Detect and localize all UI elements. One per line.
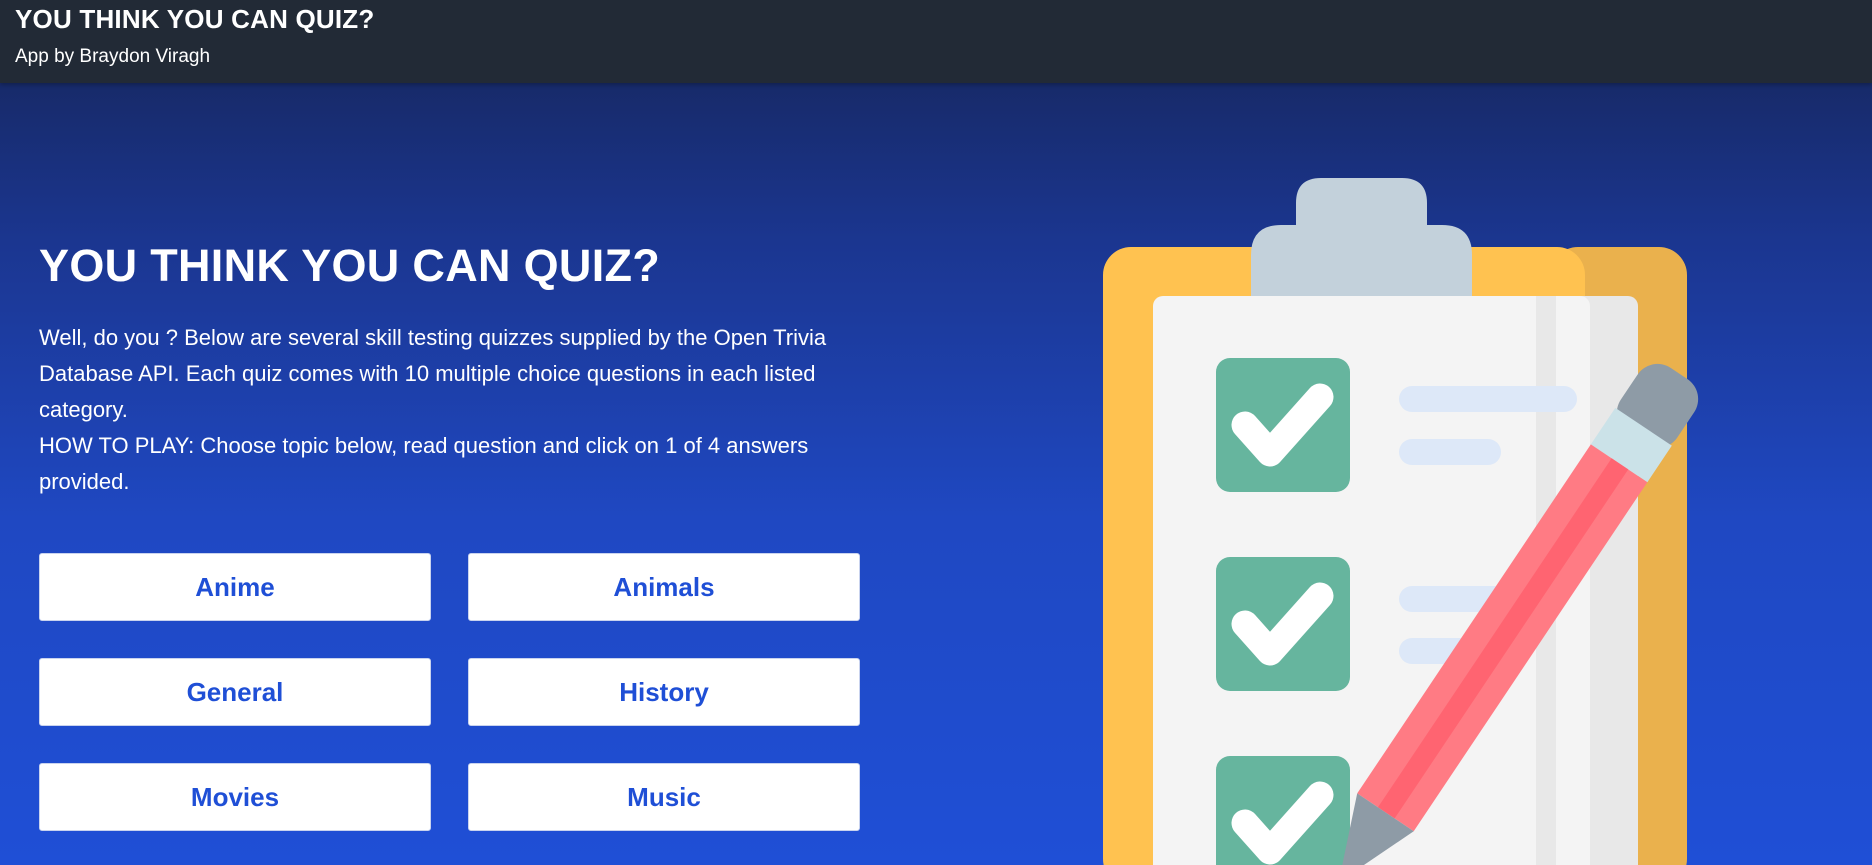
app-author: App by Braydon Viragh (15, 46, 211, 67)
topic-button-history[interactable]: History (468, 658, 860, 726)
topic-button-music[interactable]: Music (468, 763, 860, 831)
hero-title: YOU THINK YOU CAN QUIZ? (39, 240, 661, 291)
top-bar: YOU THINK YOU CAN QUIZ? App by Braydon V… (0, 0, 1872, 83)
topic-button-general[interactable]: General (39, 658, 431, 726)
clipboard-clip (1251, 178, 1472, 296)
quiz-description: Well, do you ? Below are several skill t… (39, 320, 849, 500)
topic-button-animals[interactable]: Animals (468, 553, 860, 621)
clipboard-checklist-illustration (1103, 178, 1699, 865)
how-to-play-text: HOW TO PLAY: Choose topic below, read qu… (39, 433, 809, 494)
app-title: YOU THINK YOU CAN QUIZ? (15, 4, 375, 34)
text-line-1b (1399, 439, 1501, 465)
topic-button-movies[interactable]: Movies (39, 763, 431, 831)
intro-text: Well, do you ? Below are several skill t… (39, 325, 827, 422)
text-line-1a (1399, 386, 1577, 412)
topic-grid: Anime Animals General History Movies Mus… (39, 553, 861, 831)
topic-button-anime[interactable]: Anime (39, 553, 431, 621)
